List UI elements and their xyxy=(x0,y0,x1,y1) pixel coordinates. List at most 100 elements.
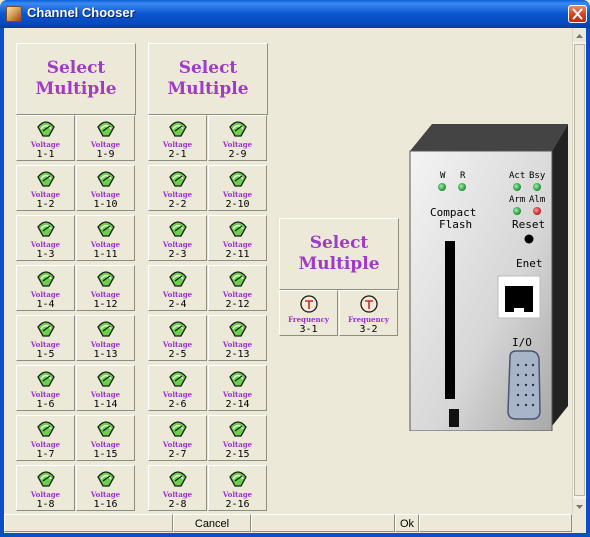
channel-button-1-14[interactable]: Voltage 1-14 xyxy=(76,365,135,411)
channel-button-2-2[interactable]: Voltage 2-2 xyxy=(148,165,207,211)
select-multiple-label: Select Multiple xyxy=(298,233,380,274)
channel-number: 1-14 xyxy=(93,399,118,410)
channel-button-1-7[interactable]: Voltage 1-7 xyxy=(16,415,75,461)
close-icon xyxy=(572,8,583,20)
channel-button-1-9[interactable]: Voltage 1-9 xyxy=(76,115,135,161)
ok-button[interactable]: Ok xyxy=(395,514,419,532)
channel-panel: Select Multiple Voltage 1-1 Voltage 1-9 Volta… xyxy=(4,28,572,513)
channel-button-2-14[interactable]: Voltage 2-14 xyxy=(208,365,267,411)
channel-button-1-1[interactable]: Voltage 1-1 xyxy=(16,115,75,161)
channel-button-1-11[interactable]: Voltage 1-11 xyxy=(76,215,135,261)
select-multiple-button[interactable]: Select Multiple xyxy=(16,43,136,115)
channel-button-3-1[interactable]: Frequency 3-1 xyxy=(279,290,338,336)
channel-type-label: Voltage xyxy=(162,240,193,249)
channel-button-2-11[interactable]: Voltage 2-11 xyxy=(208,215,267,261)
channel-type-label: Voltage xyxy=(222,440,253,449)
io-connector xyxy=(507,350,541,420)
voltage-gauge-icon xyxy=(169,471,187,487)
channel-button-1-16[interactable]: Voltage 1-16 xyxy=(76,465,135,511)
vertical-scrollbar[interactable] xyxy=(572,28,586,513)
channel-button-1-15[interactable]: Voltage 1-15 xyxy=(76,415,135,461)
voltage-gauge-icon xyxy=(229,121,247,137)
channel-type-label: Voltage xyxy=(90,190,121,199)
bottom-blank-right xyxy=(419,514,572,532)
status-label-alm: Alm xyxy=(529,195,545,205)
channel-number: 2-6 xyxy=(168,399,187,410)
channel-type-label: Voltage xyxy=(222,240,253,249)
channel-button-2-15[interactable]: Voltage 2-15 xyxy=(208,415,267,461)
voltage-gauge-icon xyxy=(97,121,115,137)
voltage-gauge-icon xyxy=(169,221,187,237)
channel-button-2-9[interactable]: Voltage 2-9 xyxy=(208,115,267,161)
close-button[interactable] xyxy=(568,5,587,23)
channel-button-1-4[interactable]: Voltage 1-4 xyxy=(16,265,75,311)
channel-button-1-10[interactable]: Voltage 1-10 xyxy=(76,165,135,211)
channel-button-2-8[interactable]: Voltage 2-8 xyxy=(148,465,207,511)
channel-type-label: Voltage xyxy=(30,240,61,249)
voltage-gauge-icon xyxy=(37,171,55,187)
channel-button-2-3[interactable]: Voltage 2-3 xyxy=(148,215,207,261)
channel-button-2-10[interactable]: Voltage 2-10 xyxy=(208,165,267,211)
window-title: Channel Chooser xyxy=(27,5,135,20)
frequency-dial-icon xyxy=(360,295,378,313)
channel-type-label: Voltage xyxy=(90,290,121,299)
voltage-gauge-icon xyxy=(229,271,247,287)
channel-type-label: Voltage xyxy=(222,490,253,499)
channel-button-2-16[interactable]: Voltage 2-16 xyxy=(208,465,267,511)
led-r xyxy=(458,183,466,191)
status-label-arm: Arm xyxy=(509,195,525,205)
channel-number: 2-10 xyxy=(225,199,250,210)
status-label-bsy: Bsy xyxy=(529,171,546,181)
channel-button-2-6[interactable]: Voltage 2-6 xyxy=(148,365,207,411)
channel-type-label: Voltage xyxy=(90,390,121,399)
channel-number: 1-10 xyxy=(93,199,118,210)
voltage-gauge-icon xyxy=(169,421,187,437)
select-multiple-button[interactable]: Select Multiple xyxy=(279,218,399,290)
select-multiple-button[interactable]: Select Multiple xyxy=(148,43,268,115)
channel-number: 2-7 xyxy=(168,449,187,460)
channel-button-1-12[interactable]: Voltage 1-12 xyxy=(76,265,135,311)
led-label-r: R xyxy=(460,171,466,181)
channel-button-2-7[interactable]: Voltage 2-7 xyxy=(148,415,207,461)
channel-button-1-5[interactable]: Voltage 1-5 xyxy=(16,315,75,361)
channel-button-2-13[interactable]: Voltage 2-13 xyxy=(208,315,267,361)
scroll-up-arrow-icon xyxy=(576,34,583,38)
channel-button-1-8[interactable]: Voltage 1-8 xyxy=(16,465,75,511)
channel-button-2-5[interactable]: Voltage 2-5 xyxy=(148,315,207,361)
scroll-thumb[interactable] xyxy=(574,44,585,496)
channel-type-label: Voltage xyxy=(162,440,193,449)
bottom-blank-left xyxy=(4,514,173,532)
channel-button-2-1[interactable]: Voltage 2-1 xyxy=(148,115,207,161)
reset-label: Reset xyxy=(512,218,545,231)
channel-type-label: Frequency xyxy=(348,315,389,324)
channel-button-1-6[interactable]: Voltage 1-6 xyxy=(16,365,75,411)
voltage-gauge-icon xyxy=(97,221,115,237)
led-act xyxy=(513,183,521,191)
channel-button-2-12[interactable]: Voltage 2-12 xyxy=(208,265,267,311)
channel-button-3-2[interactable]: Frequency 3-2 xyxy=(339,290,398,336)
app-icon xyxy=(6,6,22,22)
channel-button-1-13[interactable]: Voltage 1-13 xyxy=(76,315,135,361)
channel-button-2-4[interactable]: Voltage 2-4 xyxy=(148,265,207,311)
voltage-gauge-icon xyxy=(37,221,55,237)
title-bar[interactable]: Channel Chooser xyxy=(0,0,590,28)
channel-type-label: Voltage xyxy=(90,440,121,449)
io-label: I/O xyxy=(512,336,532,349)
voltage-gauge-icon xyxy=(97,321,115,337)
channel-number: 2-9 xyxy=(228,149,247,160)
channel-number: 2-3 xyxy=(168,249,187,260)
bottom-blank-middle xyxy=(251,514,395,532)
channel-type-label: Voltage xyxy=(30,490,61,499)
channel-button-1-2[interactable]: Voltage 1-2 xyxy=(16,165,75,211)
cancel-button[interactable]: Cancel xyxy=(173,514,251,532)
channel-number: 2-11 xyxy=(225,249,250,260)
channel-number: 2-8 xyxy=(168,499,187,510)
scroll-up-button[interactable] xyxy=(573,28,586,42)
channel-type-label: Voltage xyxy=(90,240,121,249)
channel-button-1-3[interactable]: Voltage 1-3 xyxy=(16,215,75,261)
select-multiple-label: Select Multiple xyxy=(35,58,117,99)
scroll-down-button[interactable] xyxy=(573,499,586,513)
voltage-gauge-icon xyxy=(37,121,55,137)
voltage-gauge-icon xyxy=(97,371,115,387)
channel-number: 1-7 xyxy=(36,449,55,460)
